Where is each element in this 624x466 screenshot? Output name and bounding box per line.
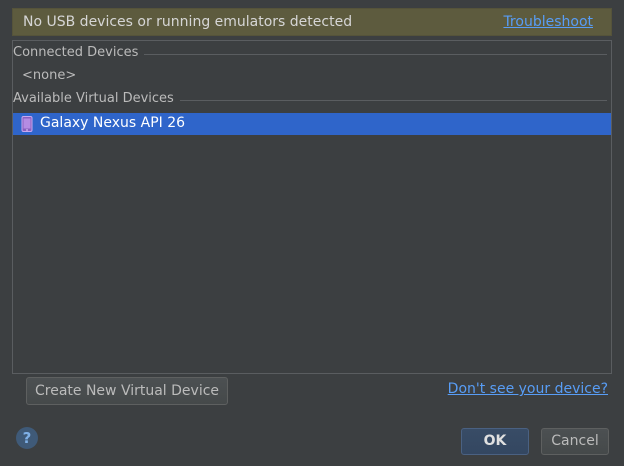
no-devices-banner: No USB devices or running emulators dete… [12, 8, 612, 36]
cancel-button[interactable]: Cancel [541, 428, 609, 455]
phone-icon [21, 116, 33, 132]
connected-devices-label: Connected Devices [13, 45, 145, 60]
help-icon[interactable]: ? [16, 427, 38, 449]
banner-message: No USB devices or running emulators dete… [23, 14, 353, 30]
available-virtual-devices-header: Available Virtual Devices [13, 91, 611, 109]
no-connected-devices-label: <none> [22, 68, 77, 83]
connected-devices-header: Connected Devices [13, 45, 611, 63]
device-list-panel[interactable]: Connected Devices <none> Available Virtu… [12, 40, 612, 374]
select-deployment-target-dialog: No USB devices or running emulators dete… [0, 0, 624, 466]
dont-see-your-device-link[interactable]: Don't see your device? [448, 381, 608, 397]
create-new-virtual-device-button[interactable]: Create New Virtual Device [26, 377, 228, 405]
ok-button[interactable]: OK [461, 428, 529, 455]
virtual-device-row[interactable]: Galaxy Nexus API 26 [13, 113, 611, 135]
troubleshoot-link[interactable]: Troubleshoot [503, 14, 593, 30]
available-virtual-devices-label: Available Virtual Devices [13, 91, 180, 106]
virtual-device-label: Galaxy Nexus API 26 [40, 115, 186, 131]
